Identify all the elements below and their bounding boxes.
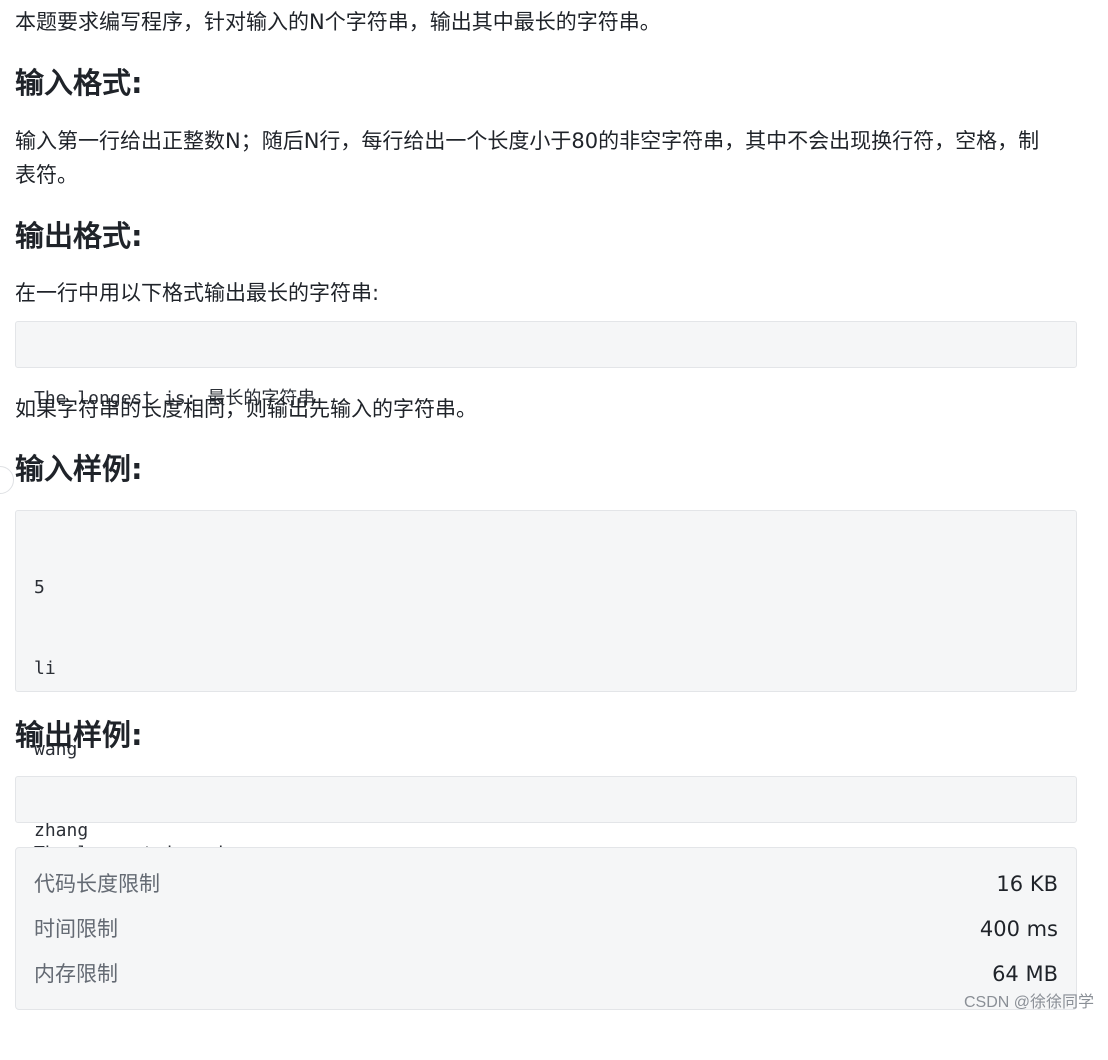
sample-input-line: li: [34, 658, 56, 679]
output-format-note: 如果字符串的长度相同，则输出先输入的字符串。: [15, 397, 477, 421]
limit-row-memory: 内存限制 64 MB: [34, 952, 1058, 997]
limit-row-code-length: 代码长度限制 16 KB: [34, 862, 1058, 907]
output-format-code: The longest is: 最长的字符串: [15, 321, 1077, 409]
sample-input-line: wang: [34, 739, 78, 760]
output-format-heading: 输出格式:: [15, 219, 143, 253]
limit-label: 内存限制: [34, 962, 118, 986]
input-format-heading: 输入格式:: [15, 66, 143, 100]
limit-row-time: 时间限制 400 ms: [34, 907, 1058, 952]
sample-output-code: The longest is: zhang: [15, 776, 1077, 864]
sample-input-heading: 输入样例:: [15, 452, 143, 486]
limit-label: 时间限制: [34, 917, 118, 941]
sample-output-heading: 输出样例:: [15, 718, 143, 752]
csdn-watermark: CSDN @徐徐同学: [963, 994, 1094, 1011]
intro-text: 本题要求编写程序，针对输入的N个字符串，输出其中最长的字符串。: [15, 10, 661, 34]
output-format-text: 在一行中用以下格式输出最长的字符串:: [15, 281, 380, 305]
side-collapse-handle[interactable]: [0, 466, 14, 494]
limit-label: 代码长度限制: [34, 872, 160, 896]
sample-input-code: 5 li wang zhang jin xiang: [15, 510, 1077, 1003]
sample-input-line: 5: [34, 577, 45, 598]
limit-value: 16 KB: [996, 872, 1058, 896]
limits-panel: 代码长度限制 16 KB 时间限制 400 ms 内存限制 64 MB: [15, 847, 1077, 1010]
limit-value: 400 ms: [979, 917, 1058, 941]
input-format-text: 输入第一行给出正整数N；随后N行，每行给出一个长度小于80的非空字符串，其中不会…: [15, 129, 1040, 187]
